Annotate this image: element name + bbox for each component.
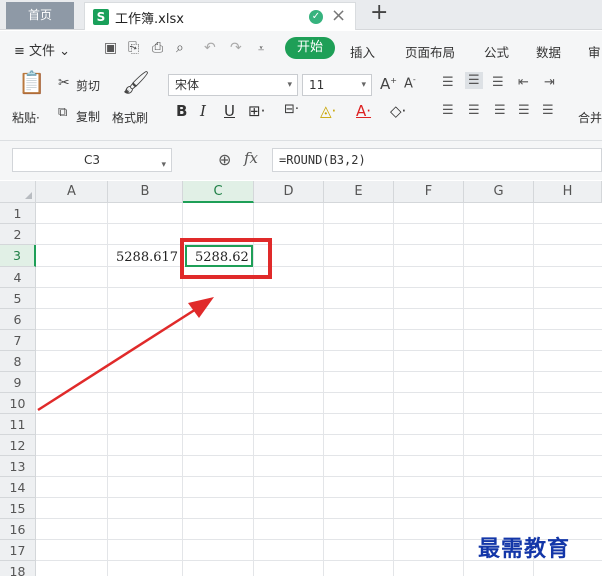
font-name-select[interactable]: 宋体 ▾ <box>168 74 298 96</box>
align-center-icon[interactable]: ☰ <box>468 103 480 118</box>
spreadsheet-icon: S <box>93 9 109 25</box>
tab-start[interactable]: 开始 <box>285 37 335 59</box>
redo-icon[interactable]: ↷ <box>230 40 242 56</box>
distribute-icon[interactable]: ☰ <box>542 103 554 118</box>
tab-bar: 首页 S 工作簿.xlsx ✓ × + <box>0 0 602 30</box>
print-preview-icon[interactable]: ⌕ <box>176 40 184 56</box>
indent-increase-icon[interactable]: ⇥ <box>544 75 555 90</box>
merge-button[interactable]: 合并 <box>578 109 602 126</box>
increase-font-icon[interactable]: A+ <box>380 75 397 93</box>
chevron-down-icon: ▾ <box>161 160 166 170</box>
tab-page-layout[interactable]: 页面布局 <box>405 42 455 61</box>
close-tab-icon[interactable]: × <box>331 5 346 26</box>
font-size-select[interactable]: 11 ▾ <box>302 74 372 96</box>
borders-icon[interactable]: ⊞· <box>248 102 265 120</box>
formula-input[interactable]: =ROUND(B3,2) <box>272 148 602 172</box>
name-box[interactable]: C3 ▾ <box>12 148 172 172</box>
save-icon[interactable]: ▣ <box>104 40 117 56</box>
ribbon: 📋 粘贴· ✂ 剪切 ⧉ 复制 🖌 格式刷 宋体 ▾ 11 ▾ A+ A- B … <box>0 65 602 141</box>
file-menu-button[interactable]: ≡ 文件 ⌄ <box>14 40 70 59</box>
spreadsheet-grid: A B C D E F G H 1 2 3 4 5 6 7 8 9 10 11 … <box>0 181 602 576</box>
new-tab-button[interactable]: + <box>370 0 388 25</box>
tab-data[interactable]: 数据 <box>536 42 561 61</box>
tab-workbook[interactable]: S 工作簿.xlsx ✓ × <box>84 2 356 30</box>
underline-button[interactable]: U <box>224 102 235 120</box>
fx-button[interactable]: fx <box>244 149 258 167</box>
format-painter-icon[interactable]: 🖌 <box>122 71 150 96</box>
zoom-icon[interactable]: ⊕ <box>218 150 231 169</box>
format-painter-button[interactable]: 格式刷 <box>112 109 148 126</box>
menu-bar: ≡ 文件 ⌄ ▣ ⎘ ⎙ ⌕ ↶ ↷ ⩡ 开始 插入 页面布局 公式 数据 审 <box>0 31 602 65</box>
align-bottom-icon[interactable]: ☰ <box>492 75 504 90</box>
italic-button[interactable]: I <box>200 102 206 120</box>
export-icon[interactable]: ⎘ <box>128 40 139 56</box>
saved-check-icon: ✓ <box>309 10 323 24</box>
file-menu-label: 文件 <box>29 44 56 59</box>
formula-bar: C3 ▾ ⊕ fx =ROUND(B3,2) <box>0 141 602 180</box>
justify-icon[interactable]: ☰ <box>518 103 530 118</box>
cut-button[interactable]: 剪切 <box>76 77 100 94</box>
watermark-logo: 最需教育 <box>478 536 571 562</box>
annotation-arrow <box>37 297 214 412</box>
tab-review[interactable]: 审 <box>588 42 601 61</box>
tab-home[interactable]: 首页 <box>6 2 74 29</box>
cut-icon[interactable]: ✂ <box>58 75 70 91</box>
print-icon[interactable]: ⎙ <box>152 40 163 56</box>
align-middle-icon[interactable]: ☰ <box>465 72 483 89</box>
bold-button[interactable]: B <box>176 102 187 120</box>
font-color-icon[interactable]: A· <box>356 102 371 120</box>
customize-icon[interactable]: ⩡ <box>258 42 264 56</box>
align-right-icon[interactable]: ☰ <box>494 103 506 118</box>
copy-icon[interactable]: ⧉ <box>58 105 67 120</box>
paste-label: 粘贴 <box>12 111 37 125</box>
align-top-icon[interactable]: ☰ <box>442 75 454 90</box>
decrease-font-icon[interactable]: A- <box>404 75 416 91</box>
name-box-value: C3 <box>83 153 100 167</box>
fill-color-icon[interactable]: ◬· <box>320 102 336 120</box>
align-left-icon[interactable]: ☰ <box>442 103 454 118</box>
tab-workbook-label: 工作簿.xlsx <box>115 12 184 27</box>
copy-button[interactable]: 复制 <box>76 108 100 125</box>
chevron-down-icon: ▾ <box>287 80 292 90</box>
paste-button[interactable]: 粘贴· <box>12 109 40 126</box>
chevron-down-icon: ▾ <box>361 80 366 90</box>
cell-style-icon[interactable]: ⊟· <box>284 102 299 117</box>
indent-decrease-icon[interactable]: ⇤ <box>518 75 529 90</box>
tab-insert[interactable]: 插入 <box>350 42 375 61</box>
font-name-value: 宋体 <box>175 78 200 92</box>
undo-icon[interactable]: ↶ <box>204 40 216 56</box>
clear-format-icon[interactable]: ◇· <box>390 102 406 120</box>
font-size-value: 11 <box>309 78 325 92</box>
tab-formulas[interactable]: 公式 <box>484 42 509 61</box>
paste-icon[interactable]: 📋 <box>18 71 45 96</box>
